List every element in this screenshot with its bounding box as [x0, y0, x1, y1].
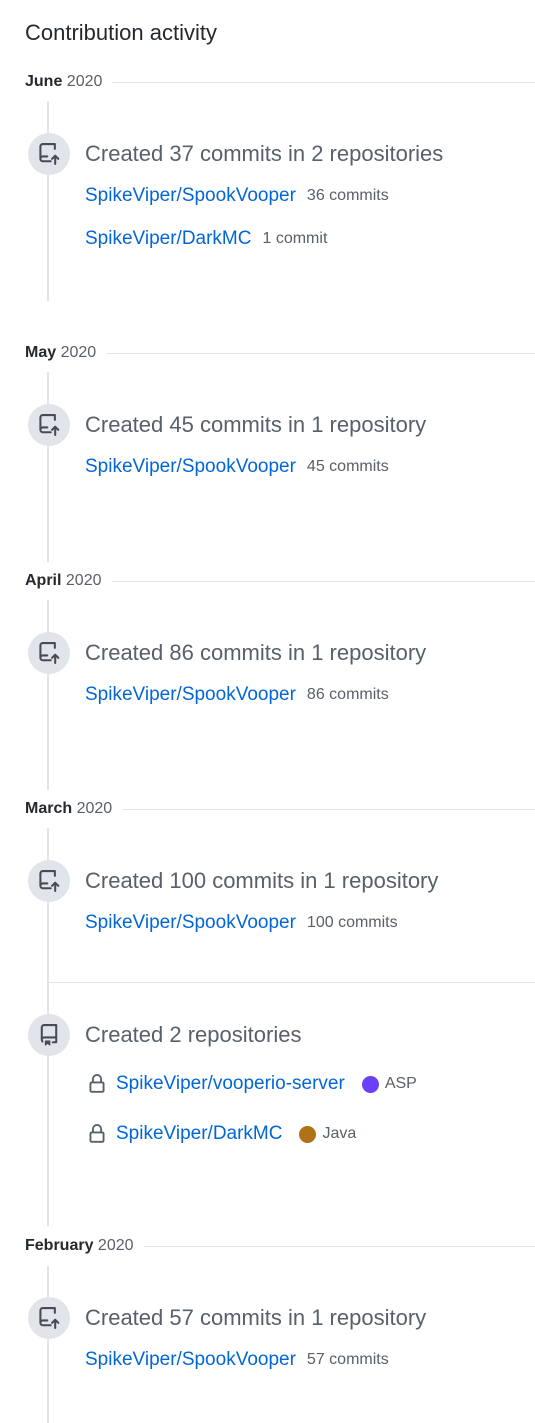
list-item: SpikeViper/DarkMC 1 commit [85, 228, 327, 250]
language-color-dot [299, 1125, 317, 1143]
month-divider [122, 808, 535, 810]
timeline-separator [49, 982, 535, 983]
language-label: Java [299, 1125, 356, 1143]
event-summary[interactable]: Created 100 commits in 1 repository [85, 868, 438, 894]
repo-push-icon [28, 404, 70, 446]
commit-count-link[interactable]: 36 commits [307, 187, 389, 205]
commit-count-link[interactable]: 100 commits [307, 914, 398, 932]
repo-push-icon [28, 860, 70, 902]
event-summary[interactable]: Created 2 repositories [85, 1022, 301, 1048]
month-label: April 2020 [25, 572, 102, 589]
timeline-line [47, 600, 49, 790]
event-summary[interactable]: Created 57 commits in 1 repository [85, 1305, 426, 1331]
list-item: SpikeViper/DarkMC Java [85, 1123, 356, 1145]
repo-link[interactable]: SpikeViper/DarkMC [116, 1123, 282, 1145]
month-divider [106, 352, 535, 354]
list-item: SpikeViper/SpookVooper 45 commits [85, 456, 389, 478]
list-item: SpikeViper/vooperio-server ASP [85, 1073, 417, 1095]
repo-link[interactable]: SpikeViper/SpookVooper [85, 1349, 296, 1371]
commit-count-link[interactable]: 57 commits [307, 1351, 389, 1369]
repo-link[interactable]: SpikeViper/SpookVooper [85, 912, 296, 934]
month-label: June 2020 [25, 73, 103, 90]
month-heading-february-2020: February 2020 [25, 1235, 535, 1257]
month-label: March 2020 [25, 800, 113, 817]
month-heading-april-2020: April 2020 [25, 570, 535, 592]
month-label: May 2020 [25, 344, 97, 361]
list-item: SpikeViper/SpookVooper 86 commits [85, 684, 389, 706]
event-summary[interactable]: Created 37 commits in 2 repositories [85, 141, 443, 167]
repo-push-icon [28, 133, 70, 175]
lock-icon [87, 1123, 107, 1145]
month-label: February 2020 [25, 1237, 134, 1254]
list-item: SpikeViper/SpookVooper 36 commits [85, 185, 389, 207]
repo-link[interactable]: SpikeViper/DarkMC [85, 228, 251, 250]
event-summary[interactable]: Created 86 commits in 1 repository [85, 640, 426, 666]
event-summary[interactable]: Created 45 commits in 1 repository [85, 412, 426, 438]
language-name: ASP [384, 1075, 417, 1092]
month-divider [143, 1245, 535, 1247]
language-name: Java [322, 1125, 357, 1142]
section-title: Contribution activity [25, 20, 217, 45]
timeline-line [47, 1266, 49, 1423]
language-label: ASP [361, 1075, 417, 1093]
commit-count-link[interactable]: 45 commits [307, 458, 389, 476]
month-divider [111, 580, 535, 582]
repo-link[interactable]: SpikeViper/SpookVooper [85, 456, 296, 478]
repo-push-icon [28, 632, 70, 674]
month-divider [112, 81, 535, 83]
lock-icon [87, 1073, 107, 1095]
list-item: SpikeViper/SpookVooper 57 commits [85, 1349, 389, 1371]
list-item: SpikeViper/SpookVooper 100 commits [85, 912, 398, 934]
month-heading-june-2020: June 2020 [25, 71, 535, 93]
repo-link[interactable]: SpikeViper/vooperio-server [116, 1073, 345, 1095]
month-heading-march-2020: March 2020 [25, 798, 535, 820]
repo-push-icon [28, 1297, 70, 1339]
repo-link[interactable]: SpikeViper/SpookVooper [85, 185, 296, 207]
repo-icon [28, 1014, 70, 1056]
commit-count-link[interactable]: 1 commit [262, 230, 327, 248]
commit-count-link[interactable]: 86 commits [307, 686, 389, 704]
timeline-line [47, 101, 49, 301]
timeline-line [47, 372, 49, 562]
month-heading-may-2020: May 2020 [25, 342, 535, 364]
language-color-dot [361, 1075, 379, 1093]
repo-link[interactable]: SpikeViper/SpookVooper [85, 684, 296, 706]
